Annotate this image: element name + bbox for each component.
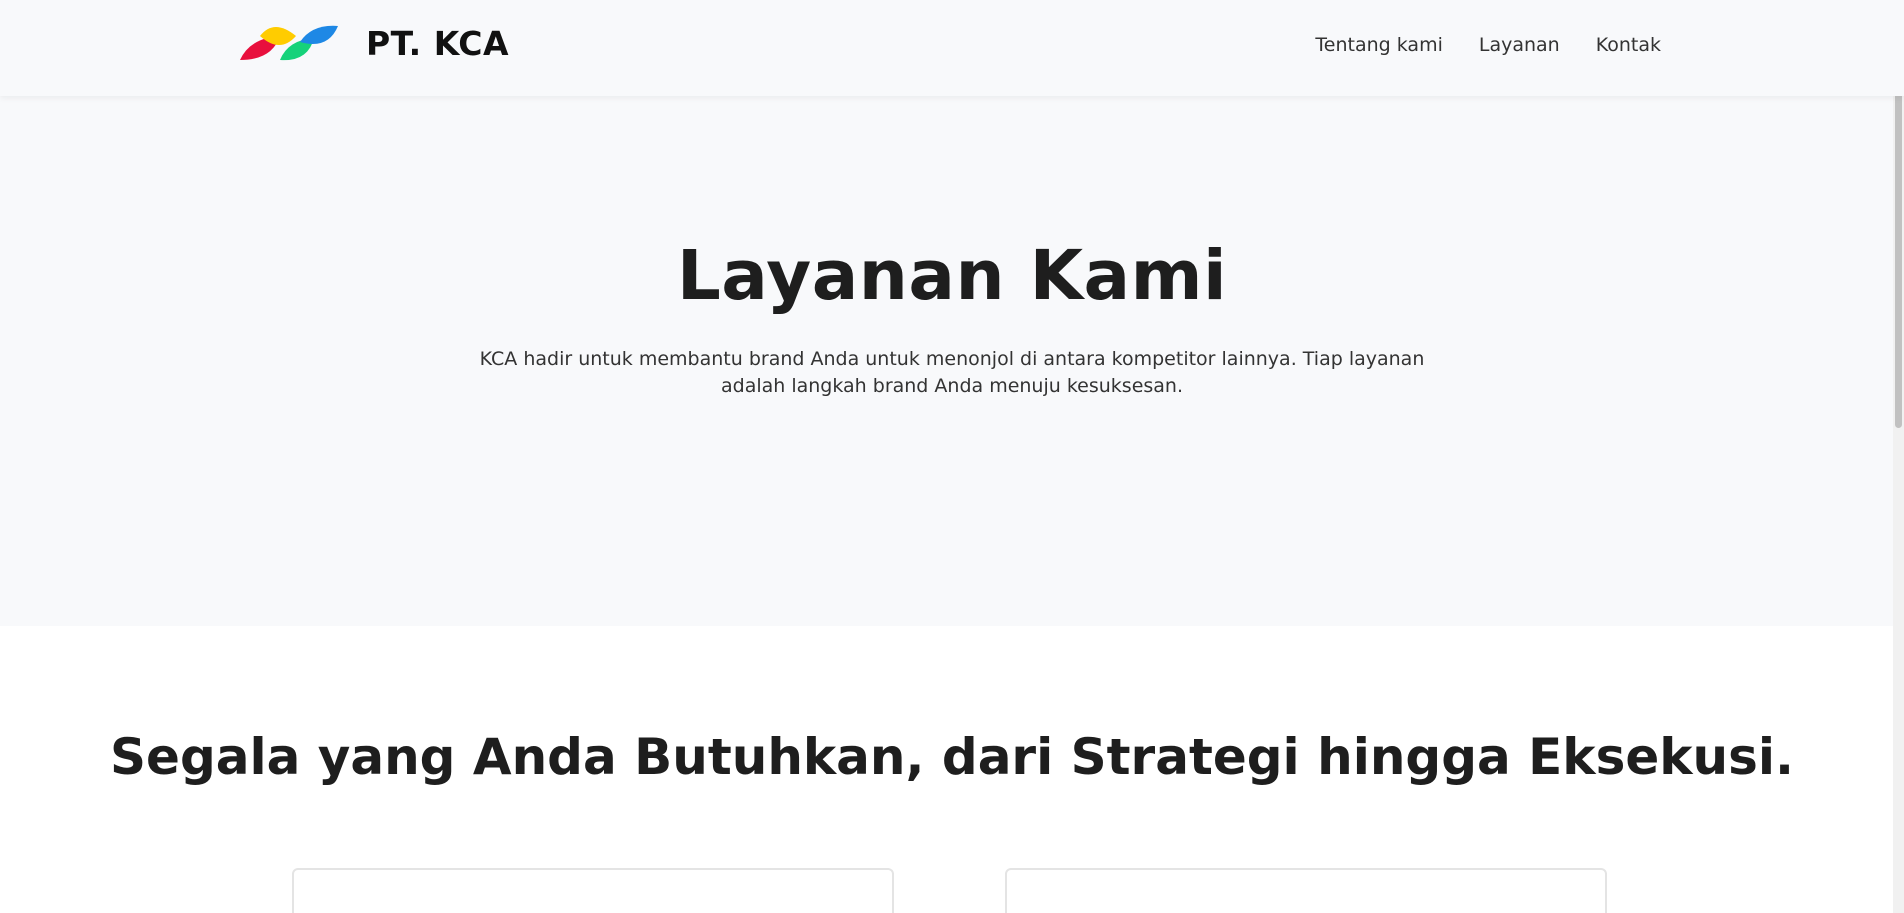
navbar: PT. KCA Tentang kami Layanan Kontak	[0, 0, 1904, 96]
main-nav: Tentang kami Layanan Kontak	[1279, 34, 1661, 56]
service-card	[292, 868, 894, 913]
brand-name: PT. KCA	[366, 23, 510, 63]
brand-link[interactable]: PT. KCA	[238, 22, 509, 64]
hero-title: Layanan Kami	[676, 236, 1228, 316]
page-scrollbar[interactable]	[1893, 0, 1904, 913]
nav-link-kontak[interactable]: Kontak	[1596, 34, 1661, 56]
nav-link-tentang-kami[interactable]: Tentang kami	[1315, 34, 1442, 56]
services-heading: Segala yang Anda Butuhkan, dari Strategi…	[110, 728, 1794, 786]
hero-description: KCA hadir untuk membantu brand Anda untu…	[479, 348, 1425, 397]
hero-section: Layanan Kami KCA hadir untuk membantu br…	[0, 96, 1904, 626]
brand-logo-icon	[240, 25, 338, 61]
nav-link-layanan[interactable]: Layanan	[1479, 34, 1560, 56]
service-card	[1005, 868, 1607, 913]
